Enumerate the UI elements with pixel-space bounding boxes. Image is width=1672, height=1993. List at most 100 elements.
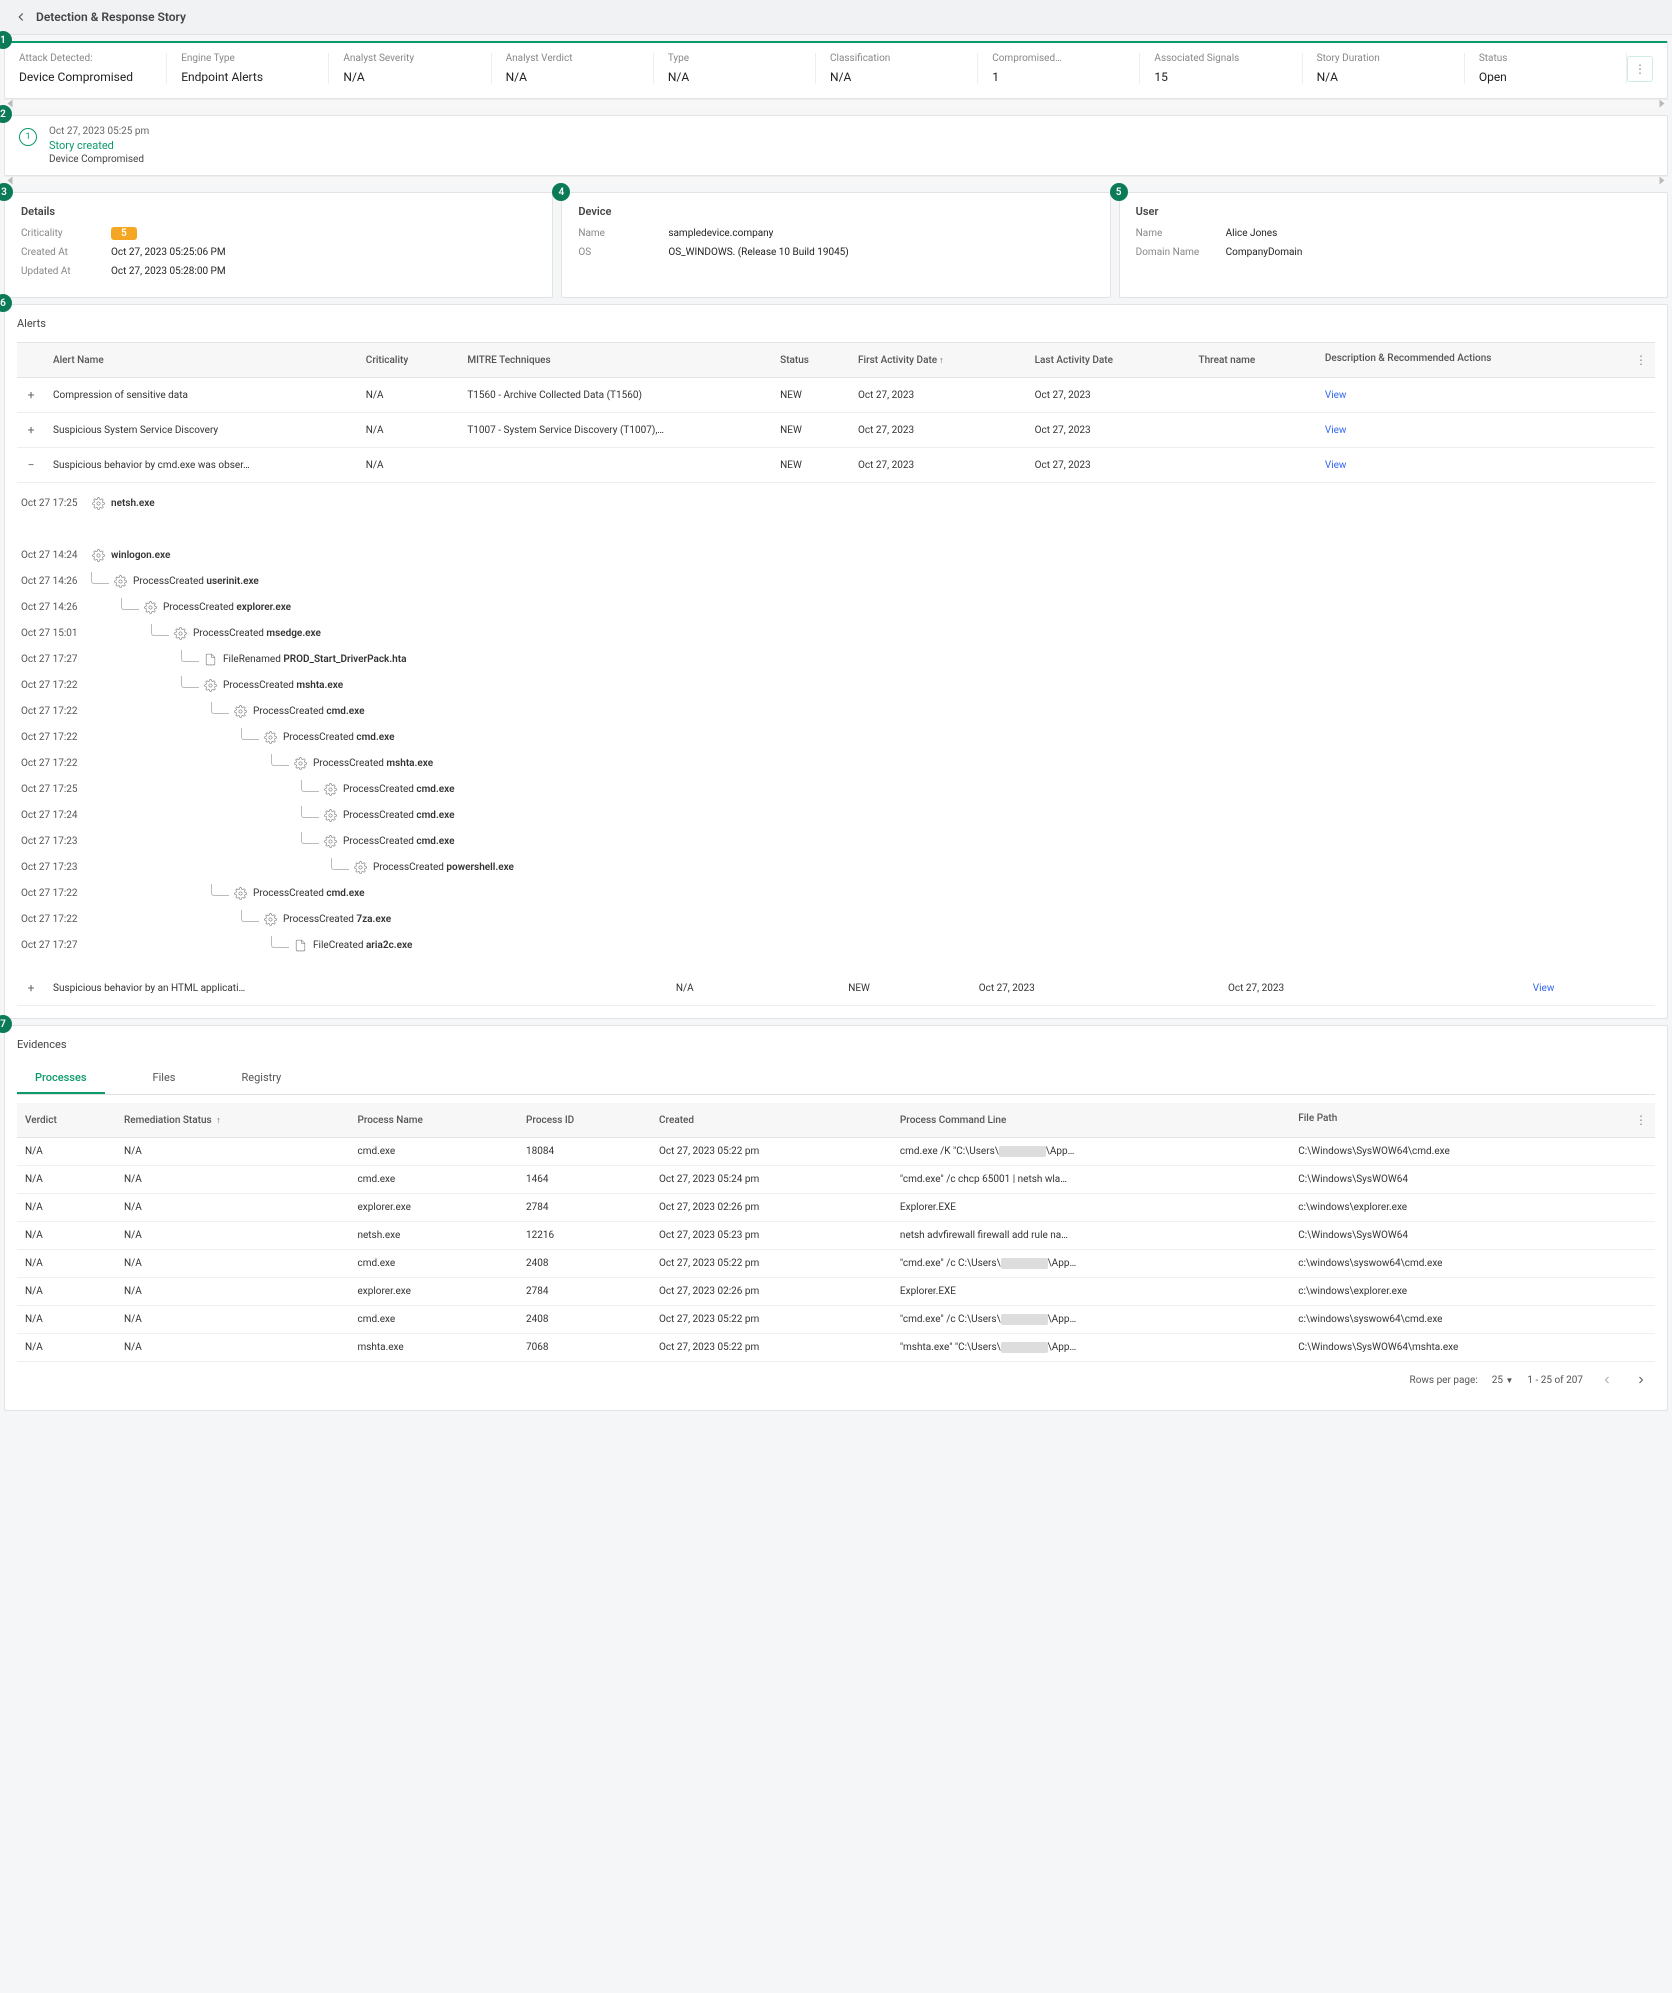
alert-name: Suspicious System Service Discovery [45, 413, 358, 448]
summary-value: N/A [830, 70, 963, 84]
alerts-row[interactable]: − Suspicious behavior by cmd.exe was obs… [17, 448, 1655, 483]
section-badge-4: 4 [552, 183, 570, 201]
view-link[interactable]: View [1325, 425, 1347, 436]
tree-row[interactable]: Oct 27 17:25 netsh.exe [21, 493, 1651, 513]
scroll-indicator[interactable] [4, 176, 1668, 186]
tree-row[interactable]: Oct 27 17:23 ProcessCreated powershell.e… [21, 857, 1651, 877]
alerts-column-header[interactable]: Status [772, 343, 850, 378]
evidence-column-header[interactable]: Process Name [349, 1103, 518, 1138]
tree-row[interactable]: Oct 27 17:23 ProcessCreated cmd.exe [21, 831, 1651, 851]
expand-icon[interactable]: − [28, 458, 35, 472]
alerts-column-header[interactable]: Criticality [358, 343, 460, 378]
evidence-column-header[interactable]: Created [651, 1103, 892, 1138]
tree-node-label: ProcessCreated explorer.exe [163, 602, 291, 613]
ev-cmdline: cmd.exe /K "C:\Users\aa\App… [892, 1138, 1290, 1166]
alerts-row[interactable]: + Compression of sensitive data N/A T156… [17, 378, 1655, 413]
tree-node-label: ProcessCreated mshta.exe [313, 758, 433, 769]
tree-row[interactable]: Oct 27 17:24 ProcessCreated cmd.exe [21, 805, 1651, 825]
evidence-row[interactable]: N/A N/A netsh.exe 12216 Oct 27, 2023 05:… [17, 1222, 1655, 1250]
ev-filepath: c:\windows\explorer.exe [1290, 1278, 1655, 1306]
summary-label: Analyst Severity [343, 53, 476, 64]
pager-prev[interactable] [1597, 1370, 1617, 1390]
ev-cmdline: "cmd.exe" /c C:\Users\aa\App… [892, 1250, 1290, 1278]
alerts-column-header[interactable]: Threat name [1191, 343, 1317, 378]
tree-row[interactable]: Oct 27 17:22 ProcessCreated cmd.exe [21, 701, 1651, 721]
evidence-row[interactable]: N/A N/A explorer.exe 2784 Oct 27, 2023 0… [17, 1278, 1655, 1306]
tree-row[interactable]: Oct 27 17:27 FileCreated aria2c.exe [21, 935, 1651, 955]
tree-row[interactable]: Oct 27 17:22 ProcessCreated 7za.exe [21, 909, 1651, 929]
pager-next[interactable] [1631, 1370, 1651, 1390]
kebab-icon[interactable]: ⋮ [1635, 353, 1647, 367]
alert-mitre [785, 971, 840, 1006]
evidence-column-header[interactable]: Remediation Status ↑ [116, 1103, 349, 1138]
tree-row[interactable]: Oct 27 17:25 ProcessCreated cmd.exe [21, 779, 1651, 799]
alerts-row[interactable]: + Suspicious behavior by an HTML applica… [17, 971, 1655, 1006]
tree-row[interactable] [21, 519, 1651, 539]
alerts-row[interactable]: + Suspicious System Service Discovery N/… [17, 413, 1655, 448]
evidence-column-header[interactable]: File Path ⋮ [1290, 1103, 1655, 1138]
story-title[interactable]: Story created [49, 139, 149, 152]
tab-processes[interactable]: Processes [17, 1063, 105, 1094]
evidence-column-header[interactable]: Verdict [17, 1103, 116, 1138]
view-link[interactable]: View [1325, 390, 1347, 401]
alerts-column-header[interactable]: Last Activity Date [1027, 343, 1191, 378]
tree-row[interactable]: Oct 27 17:22 ProcessCreated cmd.exe [21, 727, 1651, 747]
evidence-column-header[interactable]: Process Command Line [892, 1103, 1290, 1138]
evidence-row[interactable]: N/A N/A mshta.exe 7068 Oct 27, 2023 05:2… [17, 1334, 1655, 1362]
evidence-row[interactable]: N/A N/A cmd.exe 18084 Oct 27, 2023 05:22… [17, 1138, 1655, 1166]
ev-filepath: c:\windows\syswow64\cmd.exe [1290, 1250, 1655, 1278]
back-button[interactable] [12, 8, 30, 26]
expand-icon[interactable]: + [28, 981, 35, 995]
scroll-indicator[interactable] [4, 99, 1668, 109]
gear-icon [323, 782, 337, 796]
kebab-icon[interactable]: ⋮ [1635, 1113, 1647, 1127]
view-link[interactable]: View [1533, 983, 1555, 994]
alerts-column-header[interactable]: First Activity Date↑ [850, 343, 1027, 378]
gear-icon [263, 912, 277, 926]
tree-row[interactable]: Oct 27 17:22 ProcessCreated cmd.exe [21, 883, 1651, 903]
sort-arrow-icon: ↑ [216, 1116, 221, 1126]
tree-timestamp: Oct 27 14:26 [21, 602, 91, 613]
summary-value: 1 [992, 70, 1125, 84]
ev-remediation: N/A [116, 1334, 349, 1362]
tree-row[interactable]: Oct 27 14:24 winlogon.exe [21, 545, 1651, 565]
evidence-row[interactable]: N/A N/A explorer.exe 2784 Oct 27, 2023 0… [17, 1194, 1655, 1222]
alert-mitre [459, 448, 772, 483]
more-actions-button[interactable]: ⋮ [1627, 56, 1653, 82]
tree-timestamp: Oct 27 14:24 [21, 550, 91, 561]
ev-verdict: N/A [17, 1278, 116, 1306]
details-title: Details [21, 205, 536, 218]
alerts-column-header[interactable]: MITRE Techniques [459, 343, 772, 378]
alerts-column-header[interactable]: Alert Name [45, 343, 358, 378]
tree-row[interactable]: Oct 27 17:22 ProcessCreated mshta.exe [21, 753, 1651, 773]
user-domain-label: Domain Name [1136, 247, 1226, 258]
tree-row[interactable]: Oct 27 17:22 ProcessCreated mshta.exe [21, 675, 1651, 695]
expand-icon[interactable]: + [28, 423, 35, 437]
summary-value: 15 [1154, 70, 1287, 84]
tree-node-label: ProcessCreated cmd.exe [343, 836, 455, 847]
summary-cell: Associated Signals15 [1140, 53, 1302, 84]
evidence-row[interactable]: N/A N/A cmd.exe 2408 Oct 27, 2023 05:22 … [17, 1250, 1655, 1278]
evidence-column-header[interactable]: Process ID [518, 1103, 651, 1138]
redacted-text: aa [1001, 1258, 1048, 1269]
tree-row[interactable]: Oct 27 17:27 FileRenamed PROD_Start_Driv… [21, 649, 1651, 669]
tree-row[interactable]: Oct 27 14:26 ProcessCreated explorer.exe [21, 597, 1651, 617]
evidence-row[interactable]: N/A N/A cmd.exe 1464 Oct 27, 2023 05:24 … [17, 1166, 1655, 1194]
tree-row[interactable]: Oct 27 15:01 ProcessCreated msedge.exe [21, 623, 1651, 643]
tree-row[interactable]: Oct 27 14:26 ProcessCreated userinit.exe [21, 571, 1651, 591]
alert-name: Suspicious behavior by an HTML applicati… [45, 971, 668, 1006]
story-subtitle: Device Compromised [49, 154, 149, 165]
rows-per-page-value[interactable]: 25 ▼ [1492, 1375, 1514, 1386]
ev-filepath: C:\Windows\SysWOW64\cmd.exe [1290, 1138, 1655, 1166]
tree-timestamp: Oct 27 15:01 [21, 628, 91, 639]
tab-registry[interactable]: Registry [223, 1063, 299, 1094]
section-badge-5: 5 [1110, 183, 1128, 201]
alerts-column-header[interactable]: Description & Recommended Actions ⋮ [1317, 343, 1655, 378]
expand-icon[interactable]: + [28, 388, 35, 402]
view-link[interactable]: View [1325, 460, 1347, 471]
evidence-row[interactable]: N/A N/A cmd.exe 2408 Oct 27, 2023 05:22 … [17, 1306, 1655, 1334]
alerts-title: Alerts [17, 317, 1655, 330]
tab-files[interactable]: Files [135, 1063, 194, 1094]
alerts-column-header[interactable] [17, 343, 45, 378]
ev-remediation: N/A [116, 1222, 349, 1250]
